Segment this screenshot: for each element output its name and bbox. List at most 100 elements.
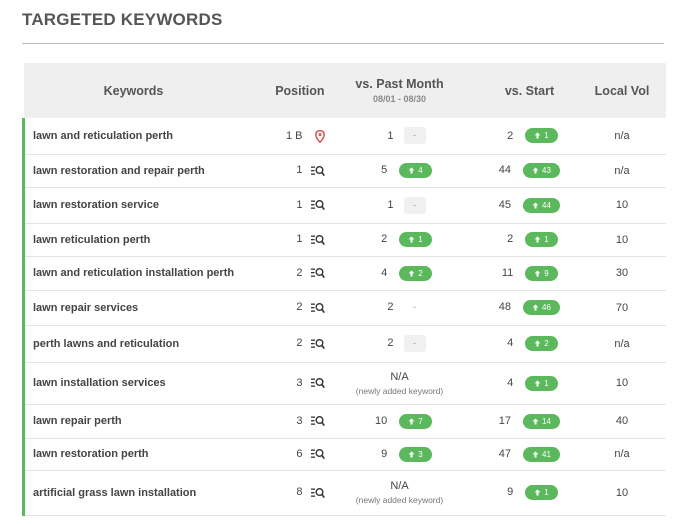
header-local-vol[interactable]: Local Vol <box>579 63 666 118</box>
search-list-icon[interactable] <box>310 415 325 427</box>
arrow-up-icon <box>408 269 418 278</box>
start-change-value: 44 <box>542 200 551 210</box>
position-value: 1 <box>296 233 303 246</box>
start-change-value: 46 <box>542 303 551 312</box>
search-list-icon[interactable] <box>310 267 325 279</box>
position-cell: 2 <box>243 256 327 291</box>
search-list-icon[interactable] <box>310 377 325 389</box>
arrow-up-icon <box>532 303 542 312</box>
start-change-value: 41 <box>542 449 551 459</box>
search-list-icon[interactable] <box>310 234 325 246</box>
position-cell: 6 <box>243 438 327 471</box>
past-month-change-value: 1 <box>418 235 423 244</box>
keywords-table: Keywords Position vs. Past Month 08/01 -… <box>22 63 666 516</box>
past-month-value: 4 <box>381 266 388 279</box>
start-cell: 47 41 <box>472 438 579 471</box>
header-start[interactable]: vs. Start <box>473 63 579 118</box>
header-past-month[interactable]: vs. Past Month 08/01 - 08/30 <box>327 63 473 118</box>
start-value: 11 <box>501 266 514 279</box>
past-month-cell: N/A (newly added keyword) <box>326 470 473 516</box>
past-month-value: 9 <box>381 447 388 460</box>
start-value: 2 <box>507 233 514 246</box>
table-row: lawn installation services 3 N/A (newly add… <box>22 362 666 405</box>
arrow-up-icon <box>408 166 418 175</box>
table-row: lawn restoration perth 6 9 3 47 41 n/a <box>22 438 666 471</box>
past-month-value: 5 <box>381 164 388 177</box>
keyword-cell[interactable]: lawn installation services <box>22 362 244 405</box>
table-header-row: Keywords Position vs. Past Month 08/01 -… <box>23 63 666 118</box>
arrow-up-icon <box>408 417 418 426</box>
start-change-value: 9 <box>544 268 549 278</box>
past-month-value: 2 <box>381 233 388 246</box>
local-vol-cell: 10 <box>578 470 666 516</box>
past-month-change-value: 4 <box>418 166 423 175</box>
position-value: 1 <box>296 198 303 211</box>
position-value: 1 B <box>285 129 303 142</box>
search-list-icon[interactable] <box>310 199 325 211</box>
table-row: lawn repair services 2 2-48 46 70 <box>22 290 666 326</box>
search-list-icon[interactable] <box>310 487 325 499</box>
local-vol-cell: n/a <box>578 118 666 155</box>
position-value: 3 <box>296 414 303 427</box>
past-month-change-badge: 1 <box>399 232 432 247</box>
keyword-cell[interactable]: lawn repair perth <box>22 404 244 439</box>
start-value: 17 <box>498 414 512 427</box>
position-value: 6 <box>296 447 303 460</box>
keyword-cell[interactable]: lawn and reticulation installation perth <box>22 256 244 291</box>
past-month-change-badge: 2 <box>399 265 432 281</box>
keyword-cell[interactable]: lawn restoration perth <box>22 438 244 471</box>
keyword-cell[interactable]: artificial grass lawn installation <box>22 470 244 516</box>
arrow-up-icon <box>532 166 542 175</box>
start-change-value: 43 <box>542 166 551 175</box>
past-month-value: 2 <box>387 301 394 314</box>
keyword-cell[interactable]: perth lawns and reticulation <box>22 325 244 363</box>
start-cell: 91 <box>472 470 579 516</box>
search-list-icon[interactable] <box>310 338 325 350</box>
local-vol-cell: n/a <box>578 154 666 188</box>
past-month-cell: 42 <box>326 256 473 291</box>
position-cell: 2 <box>243 290 327 326</box>
search-list-icon[interactable] <box>310 302 325 314</box>
arrow-up-icon <box>534 131 544 140</box>
past-month-cell: 10 7 <box>326 404 473 439</box>
arrow-up-icon <box>534 379 544 388</box>
keyword-cell[interactable]: lawn restoration service <box>22 187 244 224</box>
table-row: artificial grass lawn installation 8 N/A (n… <box>22 470 666 516</box>
table-row: lawn restoration and repair perth 1 5 4 44 43… <box>22 154 666 188</box>
local-vol-cell: n/a <box>578 325 666 363</box>
table-row: lawn and reticulation perth 1 B 1-2 1 n/a <box>22 118 666 155</box>
header-position[interactable]: Position <box>244 63 327 118</box>
start-cell: 48 46 <box>472 290 579 326</box>
past-month-note: (newly added keyword) <box>355 385 444 396</box>
position-value: 2 <box>296 337 303 350</box>
past-month-value: 1 <box>387 198 394 211</box>
local-vol-cell: 30 <box>578 256 666 291</box>
table-row: lawn repair perth 3 10 7 17 14 40 <box>22 404 666 439</box>
arrow-up-icon <box>532 417 542 426</box>
position-value: 1 <box>296 164 303 177</box>
past-month-note: (newly added keyword) <box>355 495 444 505</box>
position-value: 2 <box>296 266 303 279</box>
keyword-cell[interactable]: lawn repair services <box>22 290 244 326</box>
keyword-cell[interactable]: lawn reticulation perth <box>22 223 244 257</box>
table-row: lawn reticulation perth 1 2 1 2 1 10 <box>22 223 666 257</box>
past-month-change-badge: 4 <box>399 163 432 178</box>
arrow-up-icon <box>408 450 418 459</box>
past-month-change-value: 7 <box>418 416 423 426</box>
search-list-icon[interactable] <box>310 165 325 177</box>
start-cell: 11 9 <box>472 256 579 291</box>
past-month-value: N/A <box>390 370 409 383</box>
arrow-up-icon <box>534 339 544 348</box>
start-change-badge: 9 <box>525 265 558 281</box>
search-list-icon[interactable] <box>310 448 325 460</box>
map-pin-icon[interactable] <box>311 129 325 144</box>
position-cell: 3 <box>243 362 327 405</box>
keyword-cell[interactable]: lawn restoration and repair perth <box>22 154 244 188</box>
start-change-value: 2 <box>544 339 549 348</box>
arrow-up-icon <box>534 488 544 497</box>
local-vol-cell: 70 <box>578 290 666 326</box>
arrow-up-icon <box>532 450 542 459</box>
header-keywords[interactable]: Keywords <box>24 63 244 118</box>
keyword-cell[interactable]: lawn and reticulation perth <box>22 118 244 155</box>
local-vol-cell: n/a <box>578 438 666 471</box>
